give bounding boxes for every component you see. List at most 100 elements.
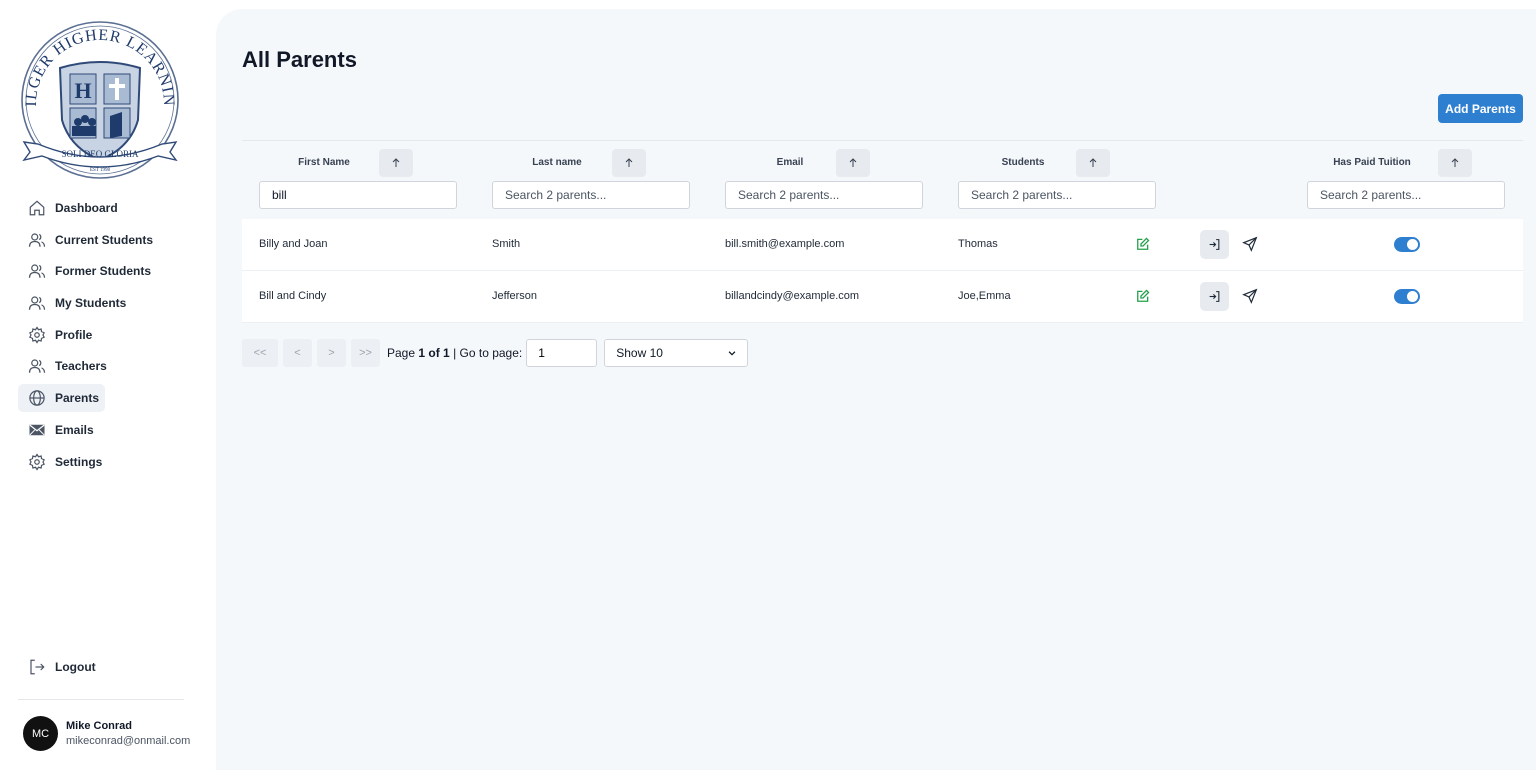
paid-tuition-toggle[interactable] — [1394, 289, 1420, 304]
main-content: All Parents Add Parents First Name Last … — [216, 9, 1536, 770]
sidebar-item-my-students[interactable]: My Students — [18, 289, 184, 317]
sort-has-paid-tuition-button[interactable] — [1438, 149, 1472, 177]
chevron-down-icon — [728, 351, 736, 356]
home-icon — [28, 199, 46, 217]
sidebar-item-former-students[interactable]: Former Students — [18, 257, 184, 285]
page-size-value: Show 10 — [616, 346, 663, 360]
cell-last-name: Smith — [492, 238, 521, 250]
sidebar-item-label: Emails — [55, 422, 94, 437]
cell-students: Joe,Emma — [958, 290, 1011, 302]
prev-page-button[interactable]: < — [283, 339, 312, 367]
user-name: Mike Conrad — [66, 720, 133, 732]
gear-icon — [28, 326, 46, 344]
column-header-has-paid-tuition: Has Paid Tuition — [1333, 157, 1411, 168]
login-as-button[interactable] — [1200, 230, 1229, 259]
sidebar-item-emails[interactable]: Emails — [18, 416, 184, 444]
table-divider — [242, 140, 1523, 141]
login-as-button[interactable] — [1200, 282, 1229, 311]
arrow-up-icon — [392, 158, 400, 167]
logo-est-text: EST 1998 — [90, 168, 111, 173]
page-indicator: Page 1 of 1 | Go to page: — [387, 346, 522, 360]
sidebar-item-dashboard[interactable]: Dashboard — [18, 194, 184, 222]
column-header-first-name: First Name — [298, 157, 350, 168]
logout-icon — [28, 658, 46, 676]
school-logo[interactable]: HILGER HIGHER LEARNING H SOLI DEO GLORIA… — [18, 20, 182, 180]
logo-letter: H — [74, 78, 91, 103]
table-header: First Name Last name Email Students Has … — [216, 149, 1536, 177]
cell-email: billandcindy@example.com — [725, 290, 860, 302]
page-size-select[interactable]: Show 10 — [604, 339, 749, 367]
login-icon — [1209, 239, 1220, 250]
column-header-email: Email — [776, 157, 804, 168]
cell-first-name: Billy and Joan — [259, 238, 328, 250]
first-page-button[interactable]: << — [242, 339, 278, 367]
paid-tuition-toggle[interactable] — [1394, 237, 1420, 252]
sidebar-item-label: Settings — [55, 454, 103, 469]
sidebar-item-label: Teachers — [55, 359, 107, 374]
sort-first-name-button[interactable] — [379, 149, 413, 177]
sidebar-item-current-students[interactable]: Current Students — [18, 226, 184, 254]
logout-label: Logout — [55, 660, 96, 674]
filter-has-paid-tuition-input[interactable] — [1307, 181, 1505, 209]
sidebar-item-label: Former Students — [55, 264, 152, 279]
filter-email-input[interactable] — [725, 181, 923, 209]
goto-label: | Go to page: — [453, 346, 523, 360]
avatar: MC — [23, 716, 58, 751]
table-row: Billy and Joan Smith bill.smith@example.… — [242, 219, 1523, 271]
arrow-up-icon — [625, 158, 633, 167]
filter-last-name-input[interactable] — [492, 181, 690, 209]
filter-students-input[interactable] — [958, 181, 1156, 209]
arrow-up-icon — [1089, 158, 1097, 167]
send-icon[interactable] — [1242, 236, 1258, 252]
page-title: All Parents — [242, 47, 357, 72]
gear-icon — [28, 452, 46, 471]
arrow-up-icon — [1451, 158, 1459, 167]
user-info: Mike Conrad mikeconrad@onmail.com — [66, 720, 190, 747]
next-page-button[interactable]: > — [317, 339, 346, 367]
mail-icon — [28, 421, 46, 439]
login-icon — [1209, 291, 1220, 302]
column-header-students: Students — [1001, 157, 1045, 168]
sort-email-button[interactable] — [836, 149, 870, 177]
table-body: Billy and Joan Smith bill.smith@example.… — [242, 219, 1523, 323]
sort-last-name-button[interactable] — [612, 149, 646, 177]
users-icon — [28, 294, 46, 312]
sidebar-item-label: Current Students — [55, 232, 154, 247]
sidebar-item-label: Dashboard — [55, 201, 118, 215]
user-profile[interactable]: MC Mike Conrad mikeconrad@onmail.com — [23, 716, 190, 751]
last-page-button[interactable]: >> — [351, 339, 380, 367]
sidebar: HILGER HIGHER LEARNING H SOLI DEO GLORIA… — [0, 0, 216, 770]
sidebar-divider — [18, 699, 184, 700]
sidebar-item-teachers[interactable]: Teachers — [18, 352, 184, 380]
pagination: << < > >> Page 1 of 1 | Go to page: Show… — [242, 339, 749, 367]
sidebar-item-settings[interactable]: Settings — [18, 448, 184, 476]
logo-banner-text: SOLI DEO GLORIA — [62, 149, 139, 159]
send-icon[interactable] — [1242, 288, 1258, 304]
logout-section: Logout — [18, 653, 184, 685]
page-prefix: Page — [387, 346, 416, 360]
cell-email: bill.smith@example.com — [725, 238, 845, 250]
users-icon — [28, 231, 46, 249]
users-icon — [28, 357, 46, 375]
sort-students-button[interactable] — [1076, 149, 1110, 177]
sidebar-item-label: Profile — [55, 327, 93, 342]
table-row: Bill and Cindy Jefferson billandcindy@ex… — [242, 271, 1523, 323]
sidebar-item-label: Parents — [55, 391, 100, 406]
user-email: mikeconrad@onmail.com — [66, 735, 191, 747]
sidebar-item-profile[interactable]: Profile — [18, 321, 184, 349]
column-header-last-name: Last name — [532, 157, 582, 168]
goto-page-input[interactable] — [526, 339, 598, 367]
globe-icon — [28, 389, 46, 407]
sidebar-item-parents[interactable]: Parents — [18, 384, 105, 413]
filter-first-name-input[interactable] — [259, 181, 457, 209]
arrow-up-icon — [849, 158, 857, 167]
edit-icon[interactable] — [1136, 237, 1150, 251]
edit-icon[interactable] — [1136, 289, 1150, 303]
add-parents-button[interactable]: Add Parents — [1438, 94, 1523, 123]
sidebar-item-label: My Students — [55, 296, 127, 311]
users-icon — [28, 262, 46, 280]
cell-students: Thomas — [958, 238, 998, 250]
cell-last-name: Jefferson — [492, 290, 538, 302]
cell-first-name: Bill and Cindy — [259, 290, 327, 302]
logout-button[interactable]: Logout — [18, 653, 184, 681]
